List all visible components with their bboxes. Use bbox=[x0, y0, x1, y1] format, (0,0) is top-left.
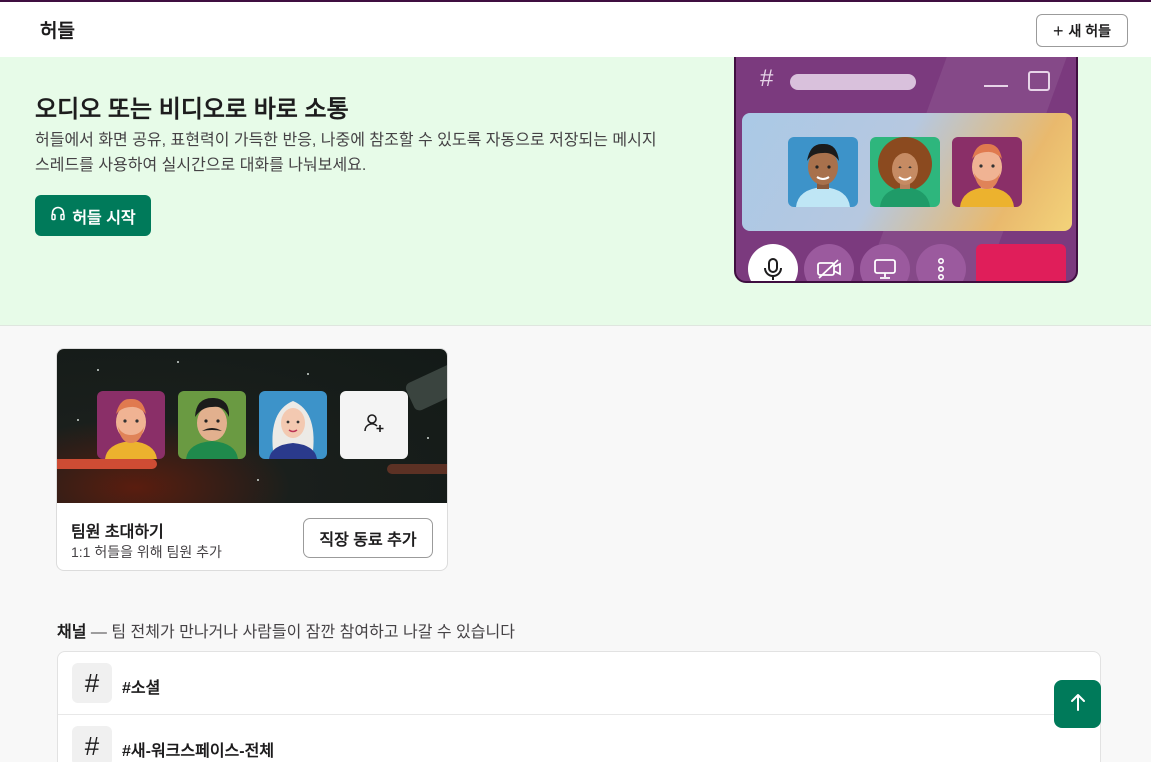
channels-description: — 팀 전체가 만나거나 사람들이 잠깐 참여하고 나갈 수 있습니다 bbox=[90, 624, 515, 641]
channel-row[interactable]: # #새-워크스페이스-전체 bbox=[58, 714, 1100, 762]
teammate-avatar bbox=[178, 391, 246, 459]
hash-icon: # bbox=[72, 663, 112, 703]
participant-avatar bbox=[870, 137, 940, 207]
decorative-streak bbox=[387, 464, 447, 474]
start-huddle-label: 허들 시작 bbox=[72, 209, 136, 227]
illustration-video-area bbox=[742, 113, 1072, 231]
channels-label: 채널 bbox=[57, 624, 87, 641]
decorative-star bbox=[427, 437, 429, 439]
decorative-star bbox=[177, 361, 179, 363]
channel-list: # #소셜 # #새-워크스페이스-전체 bbox=[57, 651, 1101, 762]
decorative-star bbox=[97, 369, 99, 371]
decorative-streak bbox=[57, 459, 157, 469]
start-huddle-button[interactable]: 허들 시작 bbox=[35, 195, 151, 236]
invite-teammates-card: 팀원 초대하기 1:1 허들을 위해 팀원 추가 직장 동료 추가 bbox=[56, 348, 448, 571]
invite-subtitle: 1:1 허들을 위해 팀원 추가 bbox=[71, 544, 222, 560]
channel-name: #소셜 bbox=[122, 680, 161, 697]
page-title: 허들 bbox=[40, 21, 75, 42]
scroll-to-top-button[interactable] bbox=[1054, 680, 1101, 728]
restore-window-icon bbox=[1028, 71, 1050, 91]
decorative-star bbox=[257, 479, 259, 481]
decorative-star bbox=[307, 373, 309, 375]
new-huddle-label: 새 허들 bbox=[1068, 22, 1112, 39]
hero-description: 허들에서 화면 공유, 표현력이 가득한 반응, 나중에 참조할 수 있도록 자… bbox=[35, 132, 657, 174]
participant-avatar bbox=[788, 137, 858, 207]
page-header: 허들 + 새 허들 bbox=[0, 2, 1151, 57]
hash-icon: # bbox=[72, 726, 112, 762]
new-huddle-button[interactable]: + 새 허들 bbox=[1036, 14, 1128, 47]
hero-banner: 오디오 또는 비디오로 바로 소통 허들에서 화면 공유, 표현력이 가득한 반… bbox=[0, 57, 1151, 326]
decorative-star bbox=[77, 419, 79, 421]
add-user-icon bbox=[362, 411, 386, 440]
camera-off-icon bbox=[804, 244, 854, 281]
minimize-icon bbox=[984, 85, 1008, 87]
illustration-hash: # bbox=[760, 65, 774, 92]
add-coworker-button[interactable]: 직장 동료 추가 bbox=[303, 518, 433, 558]
channels-header: 채널 — 팀 전체가 만나거나 사람들이 잠깐 참여하고 나갈 수 있습니다 bbox=[57, 618, 515, 642]
channel-row[interactable]: # #소셜 bbox=[58, 652, 1100, 714]
participant-avatar bbox=[952, 137, 1022, 207]
arrow-up-icon bbox=[1069, 692, 1087, 717]
hero-title: 오디오 또는 비디오로 바로 소통 bbox=[35, 96, 349, 123]
decorative-streak bbox=[403, 355, 447, 413]
illustration-channel-pill bbox=[790, 74, 916, 90]
teammate-avatar bbox=[97, 391, 165, 459]
plus-icon: + bbox=[1052, 20, 1064, 41]
headphones-icon bbox=[50, 205, 66, 226]
huddle-illustration: # bbox=[734, 57, 1078, 283]
leave-huddle-block bbox=[976, 244, 1066, 281]
teammate-avatar bbox=[259, 391, 327, 459]
channel-name: #새-워크스페이스-전체 bbox=[122, 743, 275, 760]
microphone-icon bbox=[748, 244, 798, 281]
invite-banner-image bbox=[57, 349, 447, 503]
invite-title: 팀원 초대하기 bbox=[71, 524, 164, 541]
add-teammate-tile[interactable] bbox=[340, 391, 408, 459]
